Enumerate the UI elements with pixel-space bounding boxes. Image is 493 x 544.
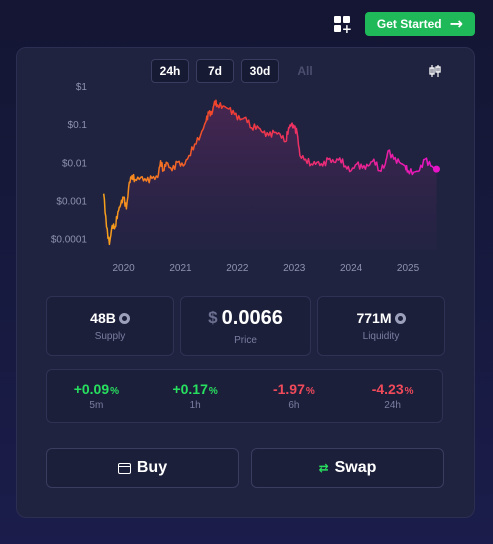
x-tick-label: 2022 xyxy=(226,263,249,274)
change-24h-period: 24h xyxy=(384,400,401,411)
y-tick-label: $0.001 xyxy=(56,196,87,207)
price-chart: $1 $0.1 $0.01 $0.001 $0.0001 2020 2021 2022 2023… xyxy=(51,82,440,274)
chart-area xyxy=(103,100,437,250)
current-price-dot xyxy=(432,165,440,173)
change-24h-unit: % xyxy=(404,386,414,397)
arrow-right-icon: → xyxy=(449,14,463,33)
x-tick-label: 2020 xyxy=(112,263,135,274)
buy-button[interactable]: Buy xyxy=(46,448,239,488)
y-tick-label: $0.01 xyxy=(62,158,87,169)
supply-value: 48B xyxy=(90,310,116,326)
action-buttons: Buy ⇄ Swap xyxy=(46,448,444,488)
price-value: 0.0066 xyxy=(221,306,283,329)
change-1h-unit: % xyxy=(208,386,218,397)
get-started-button[interactable]: Get Started → xyxy=(364,12,475,36)
change-24h-value: -4.23 xyxy=(371,381,404,397)
price-change-row: +0.09% 5m +0.17% 1h -1.97% 6h -4.23% 24h xyxy=(46,369,443,423)
change-5m-unit: % xyxy=(110,386,120,397)
wallet-icon xyxy=(117,462,131,474)
change-1h-period: 1h xyxy=(189,400,201,411)
token-coin-icon xyxy=(118,312,130,324)
y-tick-label: $0.0001 xyxy=(51,235,88,246)
candlestick-icon[interactable] xyxy=(429,65,441,77)
swap-arrows-icon: ⇄ xyxy=(318,461,329,475)
change-6h-period: 6h xyxy=(288,400,300,411)
x-tick-label: 2023 xyxy=(283,263,306,274)
liquidity-stat: 771M Liquidity xyxy=(317,296,445,356)
x-tick-label: 2025 xyxy=(397,263,420,274)
supply-stat: 48B Supply xyxy=(46,296,174,356)
change-6h-unit: % xyxy=(305,386,315,397)
buy-label: Buy xyxy=(136,459,168,476)
change-6h: -1.97% 6h xyxy=(245,370,344,422)
change-1h-value: +0.17 xyxy=(172,381,208,397)
change-5m: +0.09% 5m xyxy=(47,370,146,422)
change-6h-value: -1.97 xyxy=(272,381,305,397)
liquidity-label: Liquidity xyxy=(362,331,400,342)
change-5m-period: 5m xyxy=(89,400,104,411)
add-widget-icon[interactable]: + xyxy=(333,15,352,35)
get-started-label: Get Started xyxy=(376,17,442,31)
token-card: 24h 7d 30d All $1 $0.1 $0.01 $0.001 $0.0001 2… xyxy=(16,47,475,518)
price-stat: $0.0066 Price xyxy=(180,296,311,356)
y-tick-label: $0.1 xyxy=(68,120,88,131)
top-bar: + Get Started → xyxy=(333,12,475,36)
change-1h: +0.17% 1h xyxy=(146,370,245,422)
token-coin-icon xyxy=(394,312,406,324)
x-tick-label: 2021 xyxy=(169,263,192,274)
y-tick-label: $1 xyxy=(76,82,88,93)
supply-label: Supply xyxy=(94,331,126,342)
price-currency: $ xyxy=(208,308,218,327)
liquidity-value: 771M xyxy=(356,310,392,326)
x-tick-label: 2024 xyxy=(340,263,363,274)
swap-button[interactable]: ⇄ Swap xyxy=(251,448,444,488)
stats-row: 48B Supply $0.0066 Price 771M Liquidity xyxy=(46,296,445,356)
swap-label: Swap xyxy=(334,459,377,476)
price-label: Price xyxy=(234,334,257,346)
change-24h: -4.23% 24h xyxy=(343,370,442,422)
change-5m-value: +0.09 xyxy=(73,381,110,397)
